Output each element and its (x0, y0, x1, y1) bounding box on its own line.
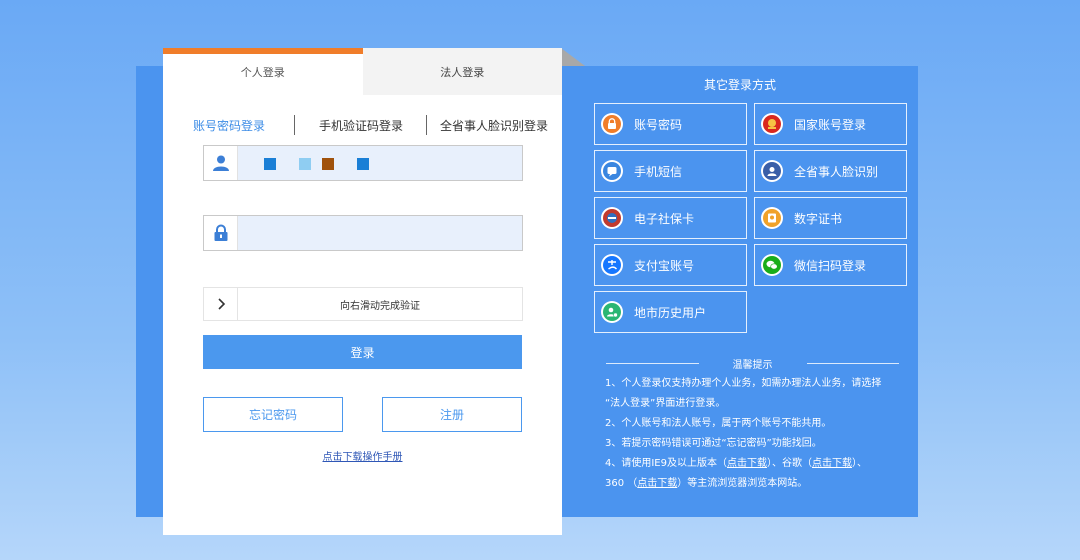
alipay-icon (601, 254, 623, 276)
lock-icon (204, 216, 238, 250)
subtab-face-recognition[interactable]: 全省事人脸识别登录 (440, 117, 548, 134)
option-label: 电子社保卡 (634, 211, 695, 226)
subtab-account-password[interactable]: 账号密码登录 (193, 117, 265, 134)
tab-personal-login[interactable]: 个人登录 (163, 48, 363, 95)
option-sms[interactable]: 手机短信 (594, 150, 747, 192)
slide-verification: 向右滑动完成验证 (203, 287, 523, 321)
masked-character (322, 158, 334, 170)
history-user-icon (601, 301, 623, 323)
subtab-divider (294, 115, 296, 135)
tip-text: ）、 (852, 458, 867, 469)
360-download-link[interactable]: 点击下载 (637, 478, 677, 489)
corner-fold (561, 48, 585, 66)
tip-line: 3、若提示密码错误可通过“忘记密码”功能找回。 (605, 438, 822, 449)
divider (806, 363, 899, 364)
sms-icon (601, 160, 623, 182)
login-button[interactable]: 登录 (203, 335, 522, 369)
tip-text: 360 （ (605, 478, 638, 489)
tip-text: 4、请使用IE9及以上版本（ (605, 458, 727, 469)
option-alipay[interactable]: 支付宝账号 (594, 244, 747, 286)
option-label: 账号密码 (634, 117, 683, 132)
password-input[interactable] (238, 216, 522, 250)
download-manual-link[interactable]: 点击下载操作手册 (163, 448, 562, 463)
register-button[interactable]: 注册 (382, 397, 522, 432)
tip-line: “法人登录”界面进行登录。 (605, 398, 726, 409)
slider-hint: 向右滑动完成验证 (340, 300, 420, 312)
chrome-download-link[interactable]: 点击下载 (812, 458, 852, 469)
option-label: 手机短信 (634, 164, 683, 179)
option-label: 支付宝账号 (634, 258, 695, 273)
option-label: 全省事人脸识别 (794, 164, 879, 179)
option-digital-certificate[interactable]: 数字证书 (754, 197, 907, 239)
tip-line: 1、个人登录仅支持办理个人业务，如需办理法人业务，请选择 (605, 378, 882, 389)
chevron-right-icon (217, 298, 225, 310)
option-label: 国家账号登录 (794, 117, 867, 132)
subtab-sms-code[interactable]: 手机验证码登录 (319, 117, 403, 134)
ie-download-link[interactable]: 点击下载 (727, 458, 767, 469)
forgot-password-button[interactable]: 忘记密码 (203, 397, 343, 432)
option-face-recognition[interactable]: 全省事人脸识别 (754, 150, 907, 192)
masked-character (299, 158, 311, 170)
face-scan-icon (761, 160, 783, 182)
username-field (203, 145, 523, 181)
tab-legal-person-login[interactable]: 法人登录 (362, 48, 562, 95)
lock-icon (601, 113, 623, 135)
tip-line: 2、个人账号和法人账号，属于两个账号不能共用。 (605, 418, 832, 429)
option-city-history-user[interactable]: 地市历史用户 (594, 291, 747, 333)
tip-line: 4、请使用IE9及以上版本（点击下载）、谷歌（点击下载）、 (605, 454, 905, 474)
option-label: 地市历史用户 (634, 305, 707, 320)
social-security-card-icon (601, 207, 623, 229)
slider-handle[interactable] (204, 288, 238, 320)
subtab-divider (426, 115, 428, 135)
option-national-account[interactable]: 国家账号登录 (754, 103, 907, 145)
option-label: 微信扫码登录 (794, 258, 867, 273)
login-card: 个人登录 法人登录 账号密码登录 手机验证码登录 全省事人脸识别登录 向右滑动完… (163, 48, 562, 535)
tips-content: 1、个人登录仅支持办理个人业务，如需办理法人业务，请选择 “法人登录”界面进行登… (605, 374, 905, 494)
login-type-tabs: 个人登录 法人登录 (163, 48, 562, 95)
password-field (203, 215, 523, 251)
username-input[interactable] (238, 146, 522, 180)
login-method-subtabs: 账号密码登录 手机验证码登录 全省事人脸识别登录 (163, 114, 562, 136)
masked-character (357, 158, 369, 170)
wechat-icon (761, 254, 783, 276)
other-login-methods-panel: 其它登录方式 账号密码 国家账号登录 手机短信 全省事人脸识别 电子社保卡 数字… (562, 66, 918, 517)
masked-character (264, 158, 276, 170)
option-account-password[interactable]: 账号密码 (594, 103, 747, 145)
tip-text: ）、谷歌（ (767, 458, 812, 469)
tips-header: 温馨提示 (606, 356, 899, 371)
option-wechat-scan[interactable]: 微信扫码登录 (754, 244, 907, 286)
other-login-title: 其它登录方式 (703, 78, 776, 92)
divider (606, 363, 699, 364)
digital-certificate-icon (761, 207, 783, 229)
tip-line: 360 （点击下载）等主流浏览器浏览本网站。 (605, 474, 905, 494)
tips-title: 温馨提示 (732, 360, 773, 371)
user-icon (204, 146, 238, 180)
tip-text: ）等主流浏览器浏览本网站。 (677, 478, 808, 489)
national-emblem-icon (761, 113, 783, 135)
option-label: 数字证书 (794, 211, 843, 226)
option-social-security-card[interactable]: 电子社保卡 (594, 197, 747, 239)
